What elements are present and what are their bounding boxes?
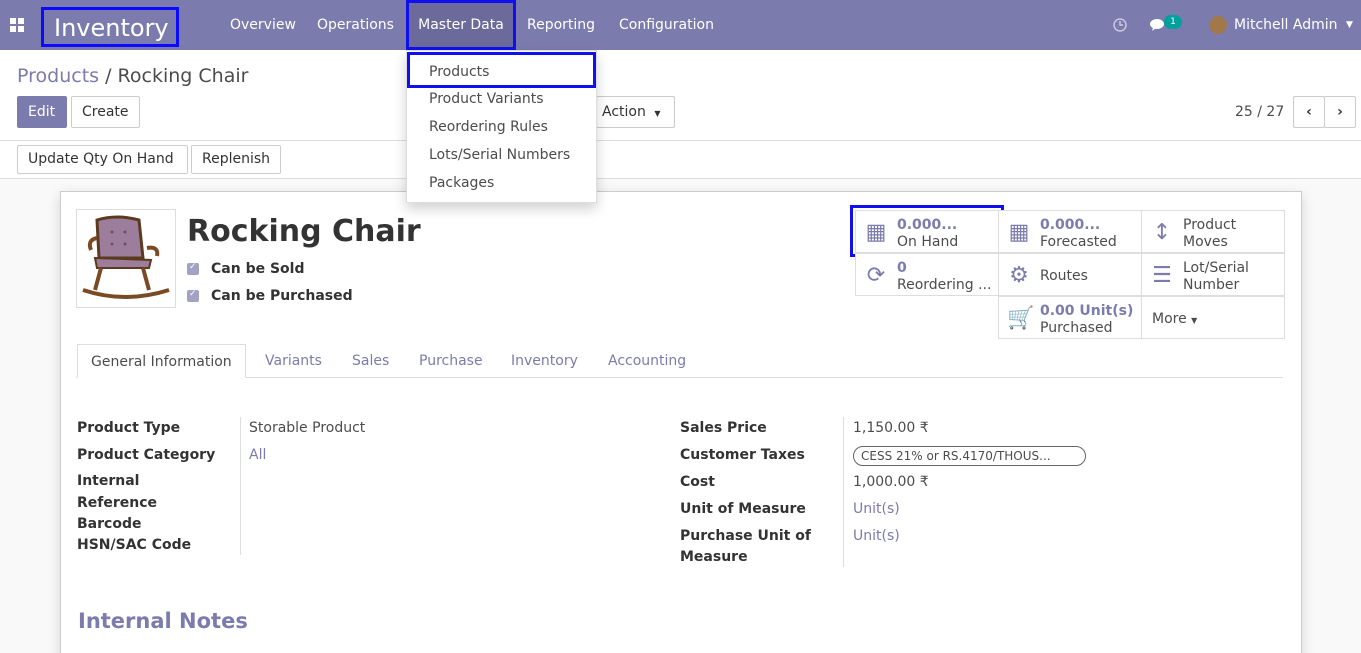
chevron-right-icon: ›: [1337, 104, 1343, 120]
action-button[interactable]: Action ▼: [591, 96, 675, 128]
pager-previous-button[interactable]: ‹: [1293, 96, 1325, 128]
edit-button[interactable]: Edit: [17, 96, 67, 128]
forecasted-smart-button[interactable]: ▦ 0.000... Forecasted: [998, 210, 1142, 253]
refresh-icon: ⟳: [866, 263, 886, 288]
control-panel: [0, 50, 1361, 141]
breadcrumb: Products / Rocking Chair: [17, 65, 248, 87]
customer-tax-tag[interactable]: CESS 21% or RS.4170/THOUS...: [853, 446, 1086, 466]
tab-variants[interactable]: Variants: [265, 344, 322, 378]
purchased-value-group: 0.00 Unit(s): [1040, 303, 1133, 319]
lot-serial-smart-button[interactable]: ☰ Lot/Serial Number: [1141, 253, 1285, 296]
breadcrumb-separator: /: [105, 65, 112, 87]
menu-item-products[interactable]: Products: [429, 64, 489, 80]
lot-serial-label1: Lot/Serial: [1183, 260, 1249, 276]
sales-price-label: Sales Price: [680, 420, 767, 436]
cost-value[interactable]: 1,000.00 ₹: [853, 472, 929, 493]
message-count-badge: 1: [1164, 15, 1182, 29]
routes-smart-button[interactable]: ⚙ Routes: [998, 253, 1142, 296]
tab-purchase[interactable]: Purchase: [419, 344, 483, 378]
purchased-smart-button[interactable]: 🛒 0.00 Unit(s) Purchased: [998, 296, 1142, 339]
app-title[interactable]: Inventory: [41, 7, 179, 47]
more-label: More: [1152, 311, 1187, 327]
user-avatar[interactable]: [1209, 16, 1227, 34]
forecasted-value: 0.000...: [1040, 217, 1101, 233]
menu-operations[interactable]: Operations: [317, 0, 394, 50]
create-button[interactable]: Create: [71, 96, 140, 128]
menu-reporting[interactable]: Reporting: [527, 0, 595, 50]
forecasted-label: Forecasted: [1040, 234, 1117, 250]
pager-next-button[interactable]: ›: [1324, 96, 1356, 128]
replenish-button[interactable]: Replenish: [191, 145, 281, 174]
on-hand-highlight: [850, 205, 1004, 257]
menu-item-reordering-rules[interactable]: Reordering Rules: [429, 119, 548, 135]
menu-item-packages[interactable]: Packages: [429, 175, 494, 191]
product-moves-label1: Product: [1183, 217, 1237, 233]
product-type-value[interactable]: Storable Product: [249, 418, 365, 439]
internal-notes-title: Internal Notes: [78, 609, 248, 633]
top-navbar: Inventory Overview Operations Master Dat…: [0, 0, 1361, 50]
purchased-label: Purchased: [1040, 320, 1113, 336]
right-field-separator: [843, 417, 844, 567]
sales-price-value[interactable]: 1,150.00 ₹: [853, 418, 929, 439]
product-moves-label2: Moves: [1183, 234, 1228, 250]
product-moves-smart-button[interactable]: ↕ Product Moves: [1141, 210, 1285, 253]
user-name[interactable]: Mitchell Admin: [1234, 0, 1338, 50]
more-group: More ▼: [1152, 311, 1197, 327]
internal-reference-label-1: Internal: [77, 473, 140, 489]
purchase-uom-value[interactable]: Unit(s): [853, 526, 900, 547]
cost-label: Cost: [680, 474, 715, 490]
more-smart-button[interactable]: More ▼: [1141, 296, 1285, 339]
left-field-separator: [240, 417, 241, 555]
pager-value[interactable]: 25 / 27: [1235, 104, 1284, 120]
product-name[interactable]: Rocking Chair: [187, 214, 421, 249]
unit-of-measure-value[interactable]: Unit(s): [853, 499, 900, 520]
activity-clock-icon[interactable]: [1113, 18, 1127, 32]
breadcrumb-products-link[interactable]: Products: [17, 65, 99, 87]
tab-accounting[interactable]: Accounting: [608, 344, 686, 378]
tab-inventory[interactable]: Inventory: [511, 344, 578, 378]
shopping-cart-icon: 🛒: [1007, 306, 1035, 331]
reordering-label: Reordering ...: [897, 277, 992, 293]
apps-menu-icon[interactable]: [10, 18, 24, 32]
reordering-value: 0: [897, 260, 907, 276]
more-caret-icon: ▼: [1191, 316, 1198, 325]
product-type-label: Product Type: [77, 420, 181, 436]
routes-label: Routes: [1040, 268, 1088, 284]
menu-master-data[interactable]: Master Data: [406, 0, 516, 50]
purchase-uom-label-1: Purchase Unit of: [680, 528, 811, 544]
list-icon: ☰: [1152, 263, 1172, 288]
menu-item-product-variants[interactable]: Product Variants: [429, 91, 544, 107]
user-caret-icon[interactable]: ▼: [1346, 0, 1353, 50]
breadcrumb-current: Rocking Chair: [117, 65, 249, 87]
arrows-vertical-icon: ↕: [1152, 220, 1172, 245]
product-category-label: Product Category: [77, 447, 216, 463]
lot-serial-label2: Number: [1183, 277, 1240, 293]
action-caret-icon: ▼: [654, 109, 661, 118]
chevron-left-icon: ‹: [1306, 104, 1312, 120]
hsn-sac-code-label: HSN/SAC Code: [77, 537, 192, 553]
barcode-label: Barcode: [77, 516, 142, 532]
menu-item-lots-serial-numbers[interactable]: Lots/Serial Numbers: [429, 147, 570, 163]
tab-general-information[interactable]: General Information: [77, 344, 246, 378]
can-be-purchased-label: Can be Purchased: [211, 288, 353, 304]
update-qty-button[interactable]: Update Qty On Hand: [17, 145, 188, 174]
purchased-unit: Unit(s): [1079, 303, 1134, 319]
can-be-purchased-checkbox[interactable]: [187, 289, 199, 302]
reordering-smart-button[interactable]: ⟳ 0 Reordering ...: [855, 253, 999, 296]
product-category-value[interactable]: All: [249, 445, 266, 466]
internal-reference-label-2: Reference: [77, 495, 158, 511]
menu-configuration[interactable]: Configuration: [619, 0, 714, 50]
customer-taxes-label: Customer Taxes: [680, 447, 805, 463]
can-be-sold-label: Can be Sold: [211, 261, 305, 277]
can-be-sold-checkbox[interactable]: [187, 262, 199, 275]
action-label: Action: [602, 104, 646, 120]
gears-icon: ⚙: [1009, 263, 1029, 288]
unit-of-measure-label: Unit of Measure: [680, 501, 806, 517]
product-image[interactable]: [76, 209, 176, 308]
purchased-value: 0.00: [1040, 303, 1075, 319]
building-icon: ▦: [1008, 220, 1030, 245]
purchase-uom-label-2: Measure: [680, 549, 748, 565]
menu-overview[interactable]: Overview: [230, 0, 296, 50]
tab-sales[interactable]: Sales: [352, 344, 389, 378]
